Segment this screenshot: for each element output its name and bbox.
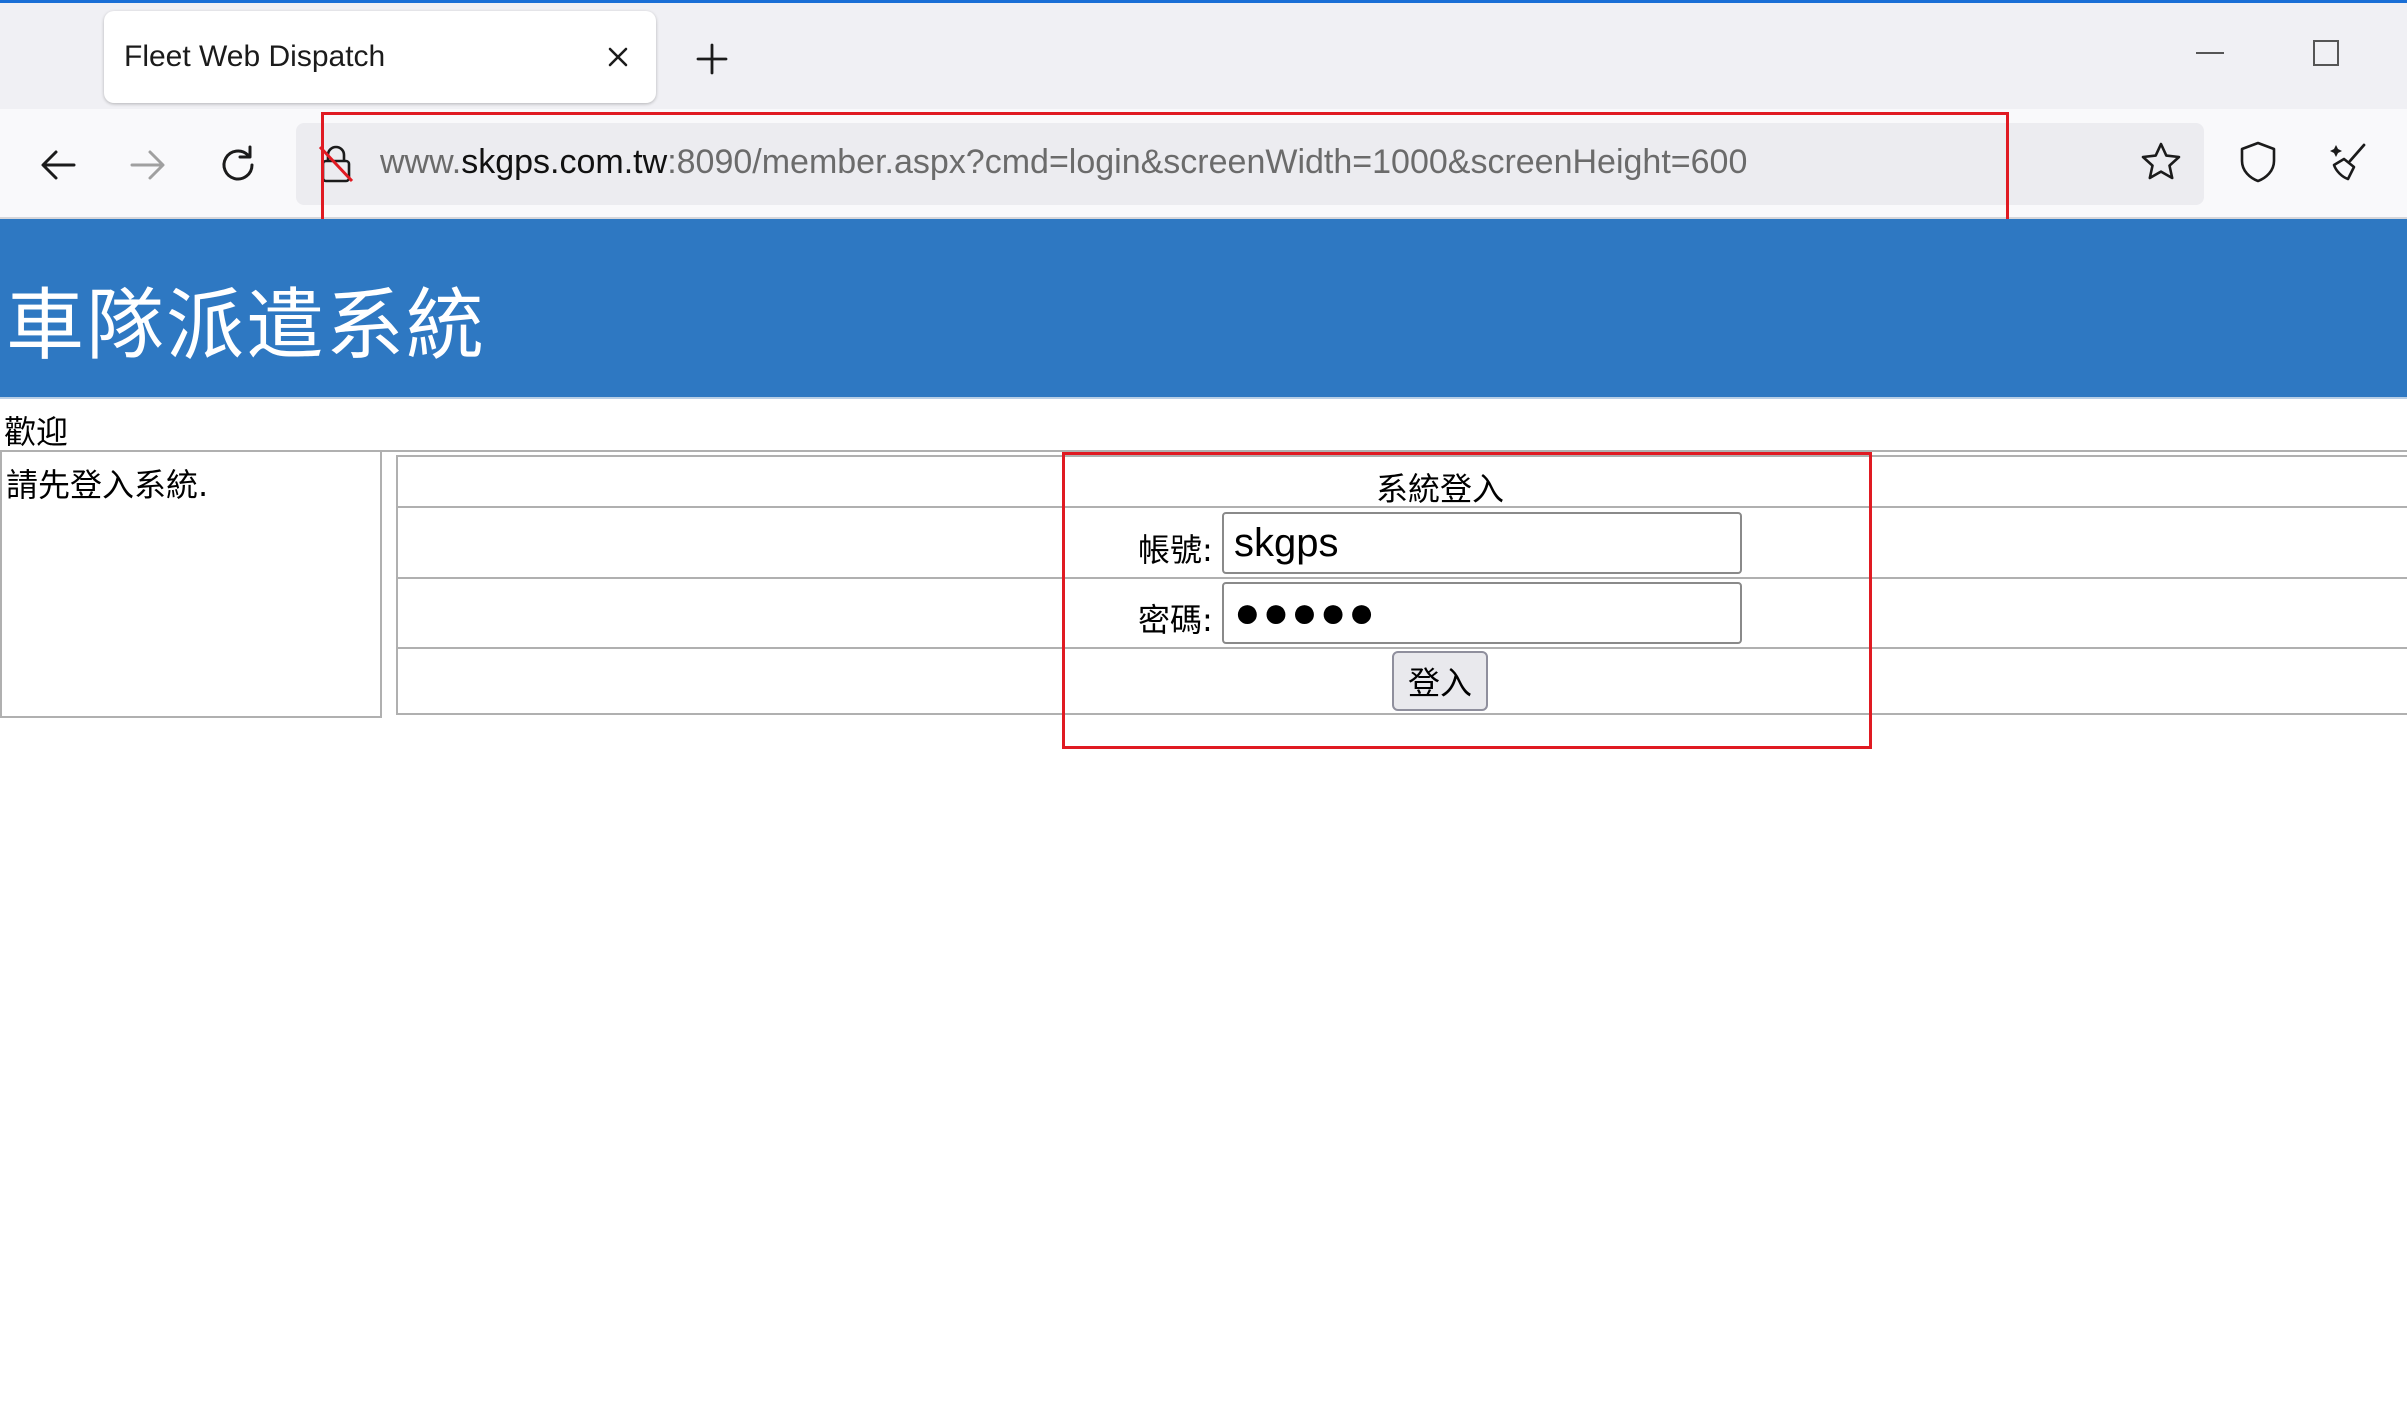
password-input[interactable]: ●●●●● xyxy=(1222,582,1742,644)
address-bar[interactable]: www.skgps.com.tw:8090/member.aspx?cmd=lo… xyxy=(296,123,2204,205)
login-form-title: 系統登入 xyxy=(1376,470,1505,508)
maximize-icon[interactable] xyxy=(2306,33,2346,73)
sweep-icon[interactable] xyxy=(2324,137,2374,187)
insecure-lock-icon[interactable] xyxy=(316,143,356,185)
left-panel: 請先登入系統. xyxy=(0,452,382,718)
account-label: 帳號: xyxy=(1138,531,1213,569)
url-prefix: www. xyxy=(380,143,462,181)
login-button[interactable]: 登入 xyxy=(1392,651,1488,711)
login-prompt-text: 請先登入系統. xyxy=(6,466,209,504)
shield-icon[interactable] xyxy=(2233,137,2283,187)
page-banner: 車隊派遣系統 xyxy=(0,219,2407,399)
url-text[interactable]: www.skgps.com.tw:8090/member.aspx?cmd=lo… xyxy=(380,143,1747,182)
tab-title: Fleet Web Dispatch xyxy=(124,40,386,73)
plus-icon[interactable] xyxy=(688,35,736,83)
star-icon[interactable] xyxy=(2136,137,2186,187)
tab-bar: Fleet Web Dispatch xyxy=(0,3,2407,109)
page-title: 車隊派遣系統 xyxy=(6,281,487,371)
account-input[interactable] xyxy=(1222,512,1742,574)
browser-tab[interactable]: Fleet Web Dispatch xyxy=(104,11,656,103)
welcome-text: 歡迎 xyxy=(4,413,69,451)
back-arrow-icon[interactable] xyxy=(34,141,82,189)
reload-icon[interactable] xyxy=(214,141,262,189)
forward-arrow-icon[interactable] xyxy=(124,141,172,189)
table-row-divider xyxy=(396,577,2407,579)
navigation-bar: www.skgps.com.tw:8090/member.aspx?cmd=lo… xyxy=(0,109,2407,219)
table-row-divider xyxy=(396,647,2407,649)
close-icon[interactable] xyxy=(596,35,640,79)
url-host: skgps.com.tw xyxy=(461,143,668,181)
url-path: :8090/member.aspx?cmd=login&screenWidth=… xyxy=(667,143,1748,181)
minimize-icon[interactable] xyxy=(2190,33,2230,73)
password-label: 密碼: xyxy=(1138,601,1213,639)
